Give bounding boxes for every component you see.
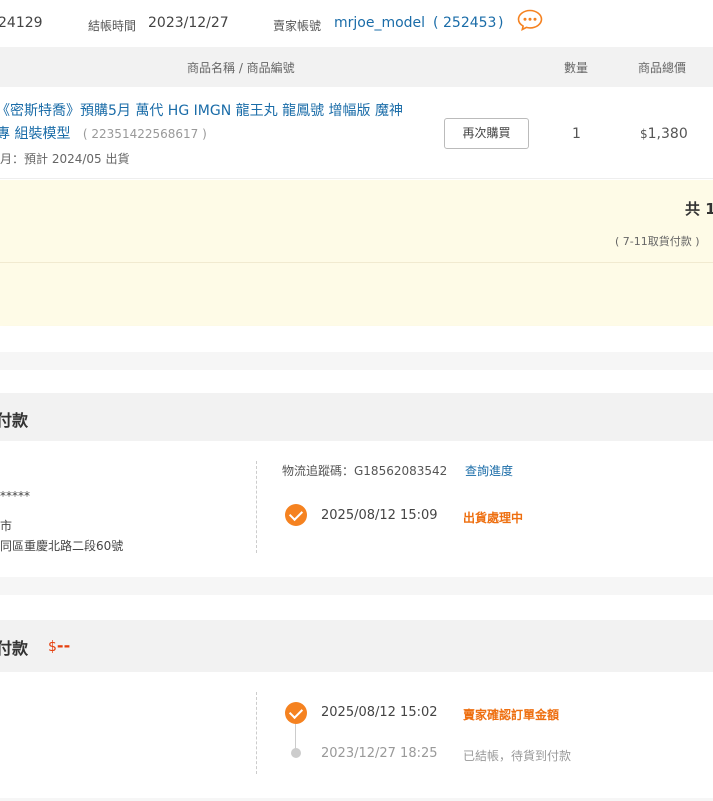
chat-bubble-icon[interactable] [517, 9, 543, 31]
order-total: 共 1 [685, 200, 713, 218]
seller-id[interactable]: 252453 [443, 15, 496, 31]
payment-event-time: 2025/08/12 15:02 [321, 705, 438, 720]
product-row: 《密斯特喬》預購5月 萬代 HG IMGN 龍王丸 龍鳳號 增幅版 魔神 專 組… [0, 87, 713, 179]
quantity-column-header: 數量 [564, 61, 589, 75]
checkout-time-label: 結帳時間 [88, 19, 137, 33]
check-circle-icon [285, 504, 307, 526]
seller-account-label: 賣家帳號 [273, 19, 322, 33]
payment-section-body: 2025/08/12 15:02 賣家確認訂單金額 2023/12/27 18:… [0, 672, 713, 798]
seller-account-link[interactable]: mrjoe_model [334, 15, 425, 31]
total-price-column-header: 商品總價 [638, 61, 687, 75]
order-info-bar: 24129 結帳時間 2023/12/27 賣家帳號 mrjoe_model (… [0, 0, 713, 47]
buy-again-button[interactable]: 再次購買 [444, 118, 529, 149]
section-divider [256, 461, 257, 553]
price-value: 1,380 [647, 126, 688, 142]
amount-currency: $ [48, 639, 57, 655]
product-name-line1[interactable]: 《密斯特喬》預購5月 萬代 HG IMGN 龍王丸 龍鳳號 增幅版 魔神 [0, 100, 436, 123]
amount-value: -- [56, 636, 71, 655]
checkout-time: 2023/12/27 [148, 15, 229, 31]
shipping-event-status: 出貨處理中 [463, 511, 524, 525]
order-number: 24129 [0, 15, 43, 31]
summary-divider [0, 262, 713, 263]
seller-id-close-paren: ) [498, 15, 504, 31]
shipping-section-body: ***** 市 同區重慶北路二段60號 物流追蹤碼：G18562083542 查… [0, 441, 713, 577]
payment-event-status: 賣家確認訂單金額 [463, 708, 560, 722]
price-currency: $ [640, 127, 648, 141]
product-ship-note: 月：預計 2024/05 出貨 [0, 152, 130, 166]
shipping-section-header: 付款 [0, 393, 713, 441]
order-card-footer [0, 326, 713, 352]
payment-event-status: 已結帳，待貨到付款 [463, 749, 572, 763]
section-gap [0, 577, 713, 595]
order-summary: 共 1 ( 7-11取貨付款 ) [0, 180, 713, 326]
section-divider [256, 692, 257, 774]
payment-event-time: 2023/12/27 18:25 [321, 746, 438, 761]
product-code: ( 22351422568617 ) [82, 127, 207, 141]
shipping-section-title: 付款 [0, 411, 29, 430]
recipient-name: ***** [0, 489, 30, 503]
product-name-link[interactable]: 《密斯特喬》預購5月 萬代 HG IMGN 龍王丸 龍鳳號 增幅版 魔神 專 組… [0, 100, 436, 146]
product-quantity: 1 [572, 126, 581, 142]
timeline-dot-icon [291, 748, 301, 758]
product-column-header: 商品名稱 / 商品編號 [187, 61, 295, 75]
product-total-price: $1,380 [640, 126, 688, 142]
payment-amount: $-- [48, 636, 70, 655]
tracking-number: 物流追蹤碼：G18562083542 [282, 464, 448, 478]
recipient-city: 市 [0, 519, 13, 533]
recipient-address: 同區重慶北路二段60號 [0, 539, 124, 553]
track-progress-link[interactable]: 查詢進度 [465, 462, 513, 479]
payment-section-header: 付款 $-- [0, 620, 713, 672]
payment-section-title: 付款 [0, 639, 29, 658]
seller-id-open-paren: ( [433, 15, 439, 31]
payment-method: ( 7-11取貨付款 ) [615, 235, 700, 248]
check-circle-icon [285, 702, 307, 724]
product-table-header: 商品名稱 / 商品編號 數量 商品總價 [0, 47, 713, 87]
product-name-line2[interactable]: 專 組裝模型 [0, 126, 70, 142]
shipping-event-time: 2025/08/12 15:09 [321, 508, 438, 523]
section-gap [0, 352, 713, 370]
